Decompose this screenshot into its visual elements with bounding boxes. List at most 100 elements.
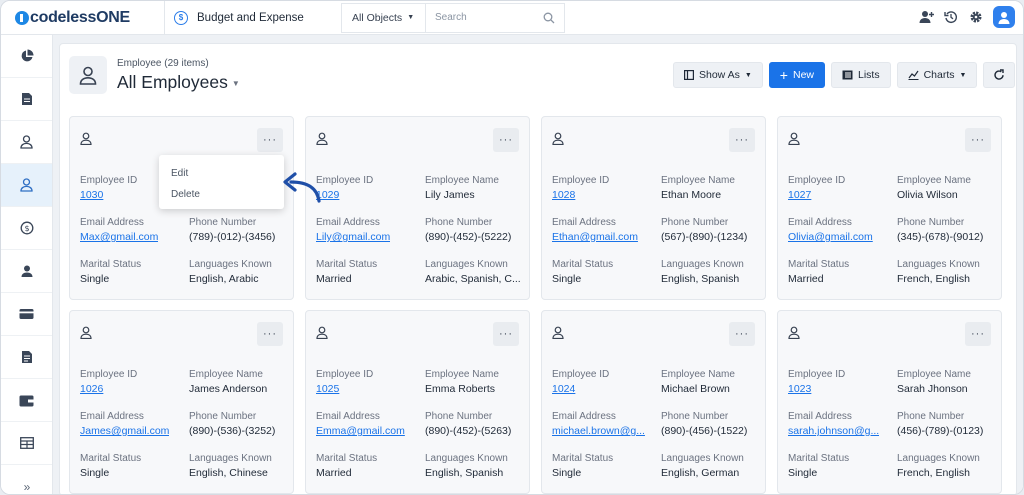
expand-sidebar-icon[interactable]: » [1, 480, 53, 494]
languages-known-field: Languages Known English, Chinese [189, 453, 272, 479]
sidebar-item-dashboard[interactable] [1, 35, 52, 78]
marital-status-field: Marital Status Single [552, 259, 613, 285]
marital-status-field: Marital Status Married [316, 259, 377, 285]
more-options-button[interactable]: ··· [729, 322, 755, 346]
brand-name-b: ONE [96, 8, 130, 26]
refresh-button[interactable] [983, 62, 1016, 88]
more-options-button[interactable]: ··· [729, 128, 755, 152]
employee-id-value[interactable]: 1023 [788, 383, 845, 395]
sidebar-item-budget[interactable]: $ [1, 207, 52, 250]
charts-button[interactable]: Charts ▼ [896, 62, 978, 88]
employee-card[interactable]: ··· Employee ID 1029 Employee Name Lily Jame… [305, 116, 530, 300]
lists-button[interactable]: Lists [831, 62, 891, 88]
employee-id-value[interactable]: 1025 [316, 383, 373, 395]
sidebar-item-employees[interactable] [1, 164, 52, 207]
menu-item-edit[interactable]: Edit [159, 163, 284, 184]
employee-card[interactable]: ··· Employee ID 1024 Employee Name Michael B… [541, 310, 766, 494]
page-title[interactable]: All Employees ▼ [117, 72, 240, 93]
brand-logo[interactable]: codeless ONE [1, 9, 164, 27]
email-address-value[interactable]: Emma@gmail.com [316, 425, 405, 437]
page-user-icon [69, 56, 107, 94]
employee-card[interactable]: ··· Employee ID 1025 Employee Name Emma Robe… [305, 310, 530, 494]
email-address-field: Email Address sarah.johnson@g... [788, 411, 879, 437]
marital-status-label: Marital Status [788, 259, 850, 270]
employee-id-label: Employee ID [80, 369, 138, 380]
user-icon [552, 132, 564, 148]
email-address-value[interactable]: James@gmail.com [80, 425, 169, 437]
employee-name-field: Employee Name Sarah Jhonson [897, 369, 971, 395]
employee-id-value[interactable]: 1030 [80, 189, 137, 201]
new-button[interactable]: + New [768, 62, 825, 88]
employee-card[interactable]: ··· Employee ID 1026 Employee Name James And… [69, 310, 294, 494]
more-options-button[interactable]: ··· [257, 128, 283, 152]
employee-card[interactable]: ··· Employee ID 1028 Employee Name Ethan Moo… [541, 116, 766, 300]
languages-known-field: Languages Known French, English [897, 259, 980, 285]
phone-number-field: Phone Number (456)-(789)-(0123) [897, 411, 983, 437]
more-options-button[interactable]: ··· [493, 322, 519, 346]
employee-id-value[interactable]: 1024 [552, 383, 609, 395]
languages-known-value: French, English [897, 467, 970, 479]
email-address-label: Email Address [552, 217, 616, 228]
menu-item-delete[interactable]: Delete [159, 184, 284, 205]
search-input[interactable] [426, 3, 536, 32]
marital-status-field: Marital Status Single [80, 453, 141, 479]
sidebar-item-wallet[interactable] [1, 379, 52, 422]
phone-number-value: (345)-(678)-(9012) [897, 231, 984, 243]
email-address-field: Email Address Ethan@gmail.com [552, 217, 638, 243]
employee-id-value[interactable]: 1027 [788, 189, 845, 201]
user-icon [788, 132, 800, 148]
employee-id-field: Employee ID 1028 [552, 175, 609, 201]
email-address-value[interactable]: Ethan@gmail.com [552, 231, 638, 243]
employee-card[interactable]: ··· Employee ID 1023 Employee Name Sarah Jho… [777, 310, 1002, 494]
more-options-button[interactable]: ··· [493, 128, 519, 152]
sidebar-item-documents[interactable] [1, 78, 52, 121]
search-box [425, 2, 565, 33]
sidebar-item-reports[interactable] [1, 336, 52, 379]
sidebar-item-payments[interactable] [1, 293, 52, 336]
sidebar-item-tables[interactable] [1, 422, 52, 465]
email-address-value[interactable]: Olivia@gmail.com [788, 231, 873, 243]
employee-name-value: Michael Brown [661, 383, 730, 395]
phone-number-field: Phone Number (345)-(678)-(9012) [897, 217, 983, 243]
employee-id-value[interactable]: 1026 [80, 383, 137, 395]
employee-name-field: Employee Name Emma Roberts [425, 369, 499, 395]
object-selector-label: All Objects [352, 11, 403, 24]
app-switcher[interactable]: $ Budget and Expense [164, 1, 341, 35]
sidebar: $ » [1, 35, 53, 494]
employee-name-field: Employee Name James Anderson [189, 369, 267, 395]
phone-number-value: (567)-(890)-(1234) [661, 231, 748, 243]
top-actions [918, 6, 1015, 28]
more-options-button[interactable]: ··· [257, 322, 283, 346]
user-avatar[interactable] [993, 6, 1015, 28]
employee-name-field: Employee Name Olivia Wilson [897, 175, 971, 201]
gear-icon[interactable] [968, 9, 984, 25]
languages-known-field: Languages Known English, Spanish [661, 259, 744, 285]
employee-card[interactable]: ··· Employee ID 1027 Employee Name Olivia Wi… [777, 116, 1002, 300]
languages-known-label: Languages Known [189, 453, 272, 464]
search-icon[interactable] [543, 12, 555, 27]
history-icon[interactable] [943, 9, 959, 25]
phone-number-label: Phone Number [661, 411, 729, 422]
employee-name-label: Employee Name [189, 369, 263, 380]
show-as-label: Show As [699, 69, 740, 81]
pie-chart-icon [21, 49, 33, 62]
more-options-button[interactable]: ··· [965, 128, 991, 152]
phone-number-value: (890)-(452)-(5222) [425, 231, 512, 243]
show-as-button[interactable]: Show As ▼ [673, 62, 763, 88]
email-address-value[interactable]: Lily@gmail.com [316, 231, 390, 243]
add-user-icon[interactable] [918, 9, 934, 25]
more-options-button[interactable]: ··· [965, 322, 991, 346]
document-icon [21, 93, 32, 105]
email-address-value[interactable]: sarah.johnson@g... [788, 425, 879, 437]
employee-name-field: Employee Name Michael Brown [661, 369, 735, 395]
object-selector[interactable]: All Objects ▼ [341, 2, 425, 33]
email-address-label: Email Address [788, 217, 852, 228]
email-address-value[interactable]: michael.brown@g... [552, 425, 645, 437]
wallet-icon [19, 395, 34, 406]
email-address-value[interactable]: Max@gmail.com [80, 231, 158, 243]
employee-id-value[interactable]: 1028 [552, 189, 609, 201]
sidebar-item-contacts[interactable] [1, 250, 52, 293]
sidebar-item-users[interactable] [1, 121, 52, 164]
employee-name-value: Emma Roberts [425, 383, 496, 395]
charts-label: Charts [923, 69, 955, 81]
